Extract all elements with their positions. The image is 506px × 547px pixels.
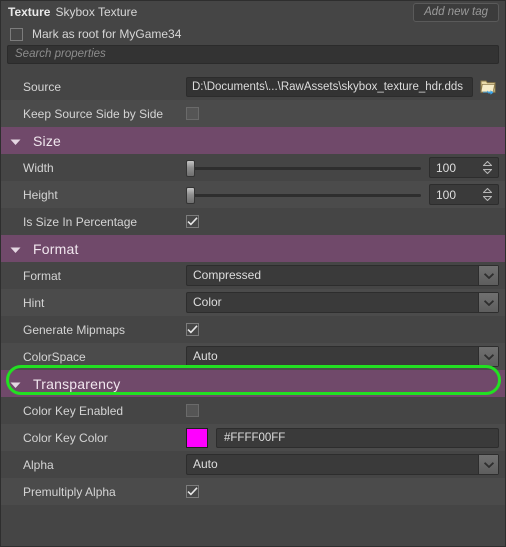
section-header-size[interactable]: Size bbox=[1, 127, 505, 154]
property-row-keep-source-side-by-side: Keep Source Side by Side bbox=[1, 100, 505, 127]
chevron-down-icon[interactable] bbox=[478, 293, 498, 312]
colorspace-value: Auto bbox=[193, 349, 218, 363]
format-combobox[interactable]: Compressed bbox=[186, 265, 499, 286]
asset-name-label: Skybox Texture bbox=[55, 5, 138, 19]
property-control-generate-mipmaps bbox=[186, 323, 499, 336]
format-value: Compressed bbox=[193, 268, 262, 282]
folder-open-icon[interactable] bbox=[477, 77, 499, 97]
property-label-alpha: Alpha bbox=[23, 457, 54, 472]
property-control-premultiply-alpha bbox=[186, 485, 499, 498]
search-properties-wrap: Search properties bbox=[1, 45, 505, 67]
colorspace-combobox[interactable]: Auto bbox=[186, 346, 499, 367]
property-label-width: Width bbox=[23, 160, 54, 175]
premultiply-alpha-checkbox[interactable] bbox=[186, 485, 199, 498]
width-slider-track[interactable] bbox=[192, 166, 421, 170]
width-value[interactable]: 100 bbox=[430, 161, 479, 175]
panel-bottom-filler bbox=[1, 536, 505, 546]
property-row-colorspace: ColorSpace Auto bbox=[1, 343, 505, 370]
texture-properties-panel: Texture Skybox Texture Add new tag Mark … bbox=[0, 0, 506, 547]
height-spinner[interactable]: 100 bbox=[429, 184, 499, 205]
property-row-is-size-in-percentage: Is Size In Percentage bbox=[1, 208, 505, 235]
section-title-transparency: Transparency bbox=[33, 375, 121, 392]
property-label-color-key-enabled: Color Key Enabled bbox=[23, 403, 124, 418]
chevron-down-icon bbox=[482, 169, 492, 174]
check-icon bbox=[187, 487, 198, 496]
color-key-enabled-checkbox[interactable] bbox=[186, 404, 199, 417]
section-title-size: Size bbox=[33, 132, 62, 149]
mark-as-root-label: Mark as root for MyGame34 bbox=[32, 27, 182, 41]
property-label-source: Source bbox=[23, 79, 62, 94]
mark-as-root-row[interactable]: Mark as root for MyGame34 bbox=[1, 23, 505, 45]
asset-type-label: Texture bbox=[8, 5, 51, 19]
section-header-transparency[interactable]: Transparency bbox=[1, 370, 505, 397]
check-icon bbox=[187, 325, 198, 334]
property-control-source: D:\Documents\...\RawAssets\skybox_textur… bbox=[186, 76, 499, 97]
property-control-height: 100 bbox=[186, 184, 499, 205]
source-path-input[interactable]: D:\Documents\...\RawAssets\skybox_textur… bbox=[186, 76, 473, 97]
property-row-alpha: Alpha Auto bbox=[1, 451, 505, 478]
add-new-tag-button[interactable]: Add new tag bbox=[413, 3, 499, 22]
property-label-height: Height bbox=[23, 187, 58, 202]
height-slider-thumb[interactable] bbox=[186, 186, 195, 204]
property-control-color-key-enabled bbox=[186, 404, 499, 417]
height-value[interactable]: 100 bbox=[430, 188, 479, 202]
property-control-hint: Color bbox=[186, 292, 499, 313]
height-slider-track[interactable] bbox=[192, 193, 421, 197]
property-label-format: Format bbox=[23, 268, 62, 283]
property-row-width: Width 100 bbox=[1, 154, 505, 181]
section-header-format[interactable]: Format bbox=[1, 235, 505, 262]
generate-mipmaps-checkbox[interactable] bbox=[186, 323, 199, 336]
property-row-source: Source D:\Documents\...\RawAssets\skybox… bbox=[1, 73, 505, 100]
property-control-colorspace: Auto bbox=[186, 346, 499, 367]
keep-source-side-by-side-checkbox[interactable] bbox=[186, 107, 199, 120]
is-size-in-percentage-checkbox[interactable] bbox=[186, 215, 199, 228]
color-key-color-swatch[interactable] bbox=[186, 427, 208, 448]
property-row-color-key-enabled: Color Key Enabled bbox=[1, 397, 505, 424]
property-control-format: Compressed bbox=[186, 265, 499, 286]
property-label-generate-mipmaps: Generate Mipmaps bbox=[23, 322, 126, 337]
property-row-format: Format Compressed bbox=[1, 262, 505, 289]
width-spinner-arrows[interactable] bbox=[479, 161, 498, 174]
property-control-keep-source-side-by-side bbox=[186, 107, 499, 120]
property-control-alpha: Auto bbox=[186, 454, 499, 475]
height-slider[interactable] bbox=[186, 185, 421, 205]
chevron-down-icon[interactable] bbox=[478, 266, 498, 285]
width-slider-thumb[interactable] bbox=[186, 159, 195, 177]
chevron-down-icon[interactable] bbox=[10, 376, 21, 392]
property-row-height: Height 100 bbox=[1, 181, 505, 208]
hint-value: Color bbox=[193, 295, 222, 309]
hint-combobox[interactable]: Color bbox=[186, 292, 499, 313]
property-label-keep-source-side-by-side: Keep Source Side by Side bbox=[23, 106, 164, 121]
chevron-up-icon bbox=[482, 161, 492, 166]
chevron-down-icon[interactable] bbox=[478, 455, 498, 474]
property-label-is-size-in-percentage: Is Size In Percentage bbox=[23, 214, 138, 229]
property-label-hint: Hint bbox=[23, 295, 45, 310]
height-spinner-arrows[interactable] bbox=[479, 188, 498, 201]
property-row-hint: Hint Color bbox=[1, 289, 505, 316]
property-label-premultiply-alpha: Premultiply Alpha bbox=[23, 484, 116, 499]
property-row-color-key-color: Color Key Color #FFFF00FF bbox=[1, 424, 505, 451]
property-label-color-key-color: Color Key Color bbox=[23, 430, 108, 445]
panel-titlebar: Texture Skybox Texture Add new tag bbox=[1, 1, 505, 23]
chevron-down-icon bbox=[482, 196, 492, 201]
property-row-generate-mipmaps: Generate Mipmaps bbox=[1, 316, 505, 343]
check-icon bbox=[187, 217, 198, 226]
chevron-down-icon[interactable] bbox=[10, 133, 21, 149]
property-control-width: 100 bbox=[186, 157, 499, 178]
mark-as-root-checkbox[interactable] bbox=[10, 27, 23, 41]
width-slider[interactable] bbox=[186, 158, 421, 178]
chevron-up-icon bbox=[482, 188, 492, 193]
search-properties-input[interactable]: Search properties bbox=[7, 45, 499, 64]
chevron-down-icon[interactable] bbox=[478, 347, 498, 366]
color-key-color-hex-input[interactable]: #FFFF00FF bbox=[216, 427, 499, 448]
property-control-is-size-in-percentage bbox=[186, 215, 499, 228]
chevron-down-icon[interactable] bbox=[10, 241, 21, 257]
alpha-value: Auto bbox=[193, 457, 218, 471]
alpha-combobox[interactable]: Auto bbox=[186, 454, 499, 475]
property-row-premultiply-alpha: Premultiply Alpha bbox=[1, 478, 505, 505]
property-control-color-key-color: #FFFF00FF bbox=[186, 427, 499, 448]
property-label-colorspace: ColorSpace bbox=[23, 349, 86, 364]
section-title-format: Format bbox=[33, 240, 79, 257]
width-spinner[interactable]: 100 bbox=[429, 157, 499, 178]
